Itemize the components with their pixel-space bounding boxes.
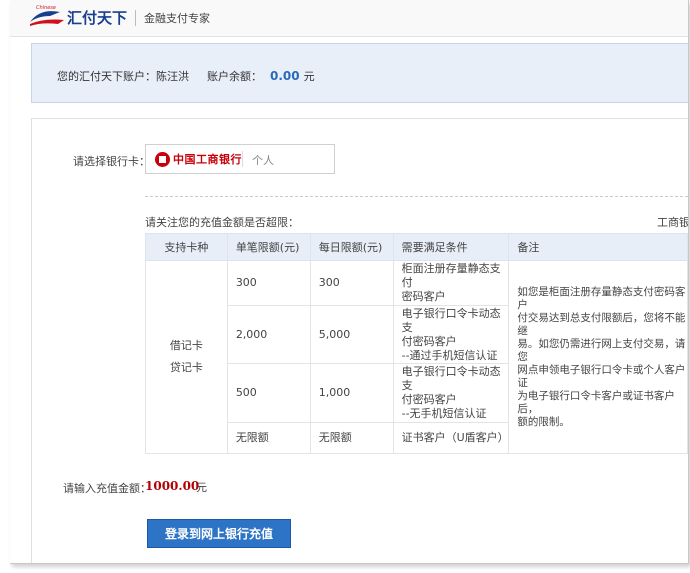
note-line: 付交易达到总支付限额后，您将不能继 [517,311,686,337]
note-cell: 如您是柜面注册存量静态支付密码客户 付交易达到总支付限额后，您将不能继 易。如您… [508,260,688,454]
limits-table: 支持卡种 单笔限额(元) 每日限额(元) 需要满足条件 备注 借记卡 贷记卡 3… [145,233,688,454]
account-summary: 您的汇付天下账户：陈汪洪 账户余额： 0.00 元 [31,43,688,103]
col-header-condition: 需要满足条件 [392,233,510,261]
condition-line: 证书客户（U盾客户） [401,431,509,444]
single-limit: 500 [226,363,311,423]
condition-line: 付密码客户 [401,393,457,406]
single-limit: 300 [226,260,311,306]
condition: 证书客户（U盾客户） [392,422,510,454]
logo-small-text: Chinese [36,4,56,11]
limits-right-note: 工商银 [657,216,689,229]
bank-account-type: 个人 [252,154,274,167]
condition-line: 密码客户 [401,290,446,303]
bank-divider [242,151,243,167]
condition-line: 电子银行口令卡动态支 [401,365,501,392]
amount-unit: 元 [196,481,207,494]
limits-intro: 请关注您的充值金额是否超限： [145,216,299,229]
condition: 柜面注册存量静态支付 密码客户 [392,260,510,306]
balance-value: 0.00 [270,69,300,83]
note-line: 额的限制。 [517,415,570,428]
account-name: 陈汪洪 [156,70,189,83]
table-row: 借记卡 贷记卡 300 300 柜面注册存量静态支付 密码客户 如您是柜面注册存… [145,260,688,454]
condition-line: 电子银行口令卡动态支 [401,306,501,334]
bank-name: 中国工商银行 [173,153,242,166]
condition-line: 付密码客户 [401,334,457,348]
balance-label: 账户余额： [207,70,262,83]
col-header-daily-limit: 每日限额(元) [309,233,394,261]
balance-currency: 元 [303,70,315,83]
account-label: 您的汇付天下账户： [57,70,156,83]
bank-card-selector[interactable]: 中国工商银行 个人 [145,144,335,174]
table-header-row: 支持卡种 单笔限额(元) 每日限额(元) 需要满足条件 备注 [145,233,688,261]
page-frame: Chinese 汇付天下 金融支付专家 您的汇付天下账户：陈汪洪 账户余额： 0.0… [10,0,689,564]
bank-logo: 中国工商银行 [155,151,242,167]
account-line: 您的汇付天下账户：陈汪洪 账户余额： 0.00 元 [57,68,315,84]
note-line: 网点申领电子银行口令卡或个人客户证 [517,363,686,389]
col-header-card-type: 支持卡种 [145,233,228,261]
recharge-amount: 1000.00 [145,479,200,493]
icbc-logo-icon [155,151,170,167]
daily-limit: 无限额 [309,422,394,454]
condition-line: --无手机短信认证 [401,407,487,420]
bank-select-label: 请选择银行卡： [73,155,150,168]
amount-label: 请输入充值金额： [63,482,151,495]
note-line: 易。如您仍需进行网上支付交易，请您 [517,337,686,363]
daily-limit: 1,000 [309,363,394,423]
section-divider [145,196,688,197]
card-type-debit: 借记卡 [169,339,203,352]
note-line: 如您是柜面注册存量静态支付密码客户 [517,285,686,311]
condition: 电子银行口令卡动态支 付密码客户 --无手机短信认证 [392,363,510,423]
logo[interactable]: Chinese 汇付天下 金融支付专家 [30,4,211,28]
login-bank-recharge-button[interactable]: 登录到网上银行充值 [147,519,291,548]
card-type-cell: 借记卡 贷记卡 [145,260,228,454]
logo-icon: Chinese [30,4,64,28]
daily-limit: 5,000 [309,305,394,364]
condition-line: 柜面注册存量静态支付 [401,262,501,289]
condition-line: --通过手机短信认证 [401,348,498,362]
col-header-note: 备注 [508,233,688,261]
card-type-credit: 贷记卡 [169,361,203,374]
daily-limit: 300 [309,260,394,306]
header-bar: Chinese 汇付天下 金融支付专家 [10,0,688,37]
logo-text: 汇付天下 [67,9,128,27]
col-header-single-limit: 单笔限额(元) [226,233,311,261]
note-line: 为电子银行口令卡客户或证书客户后， [517,389,675,415]
logo-slogan: 金融支付专家 [144,11,211,25]
condition: 电子银行口令卡动态支 付密码客户 --通过手机短信认证 [392,305,510,364]
single-limit: 无限额 [226,422,311,454]
logo-divider [135,9,137,26]
single-limit: 2,000 [226,305,311,364]
